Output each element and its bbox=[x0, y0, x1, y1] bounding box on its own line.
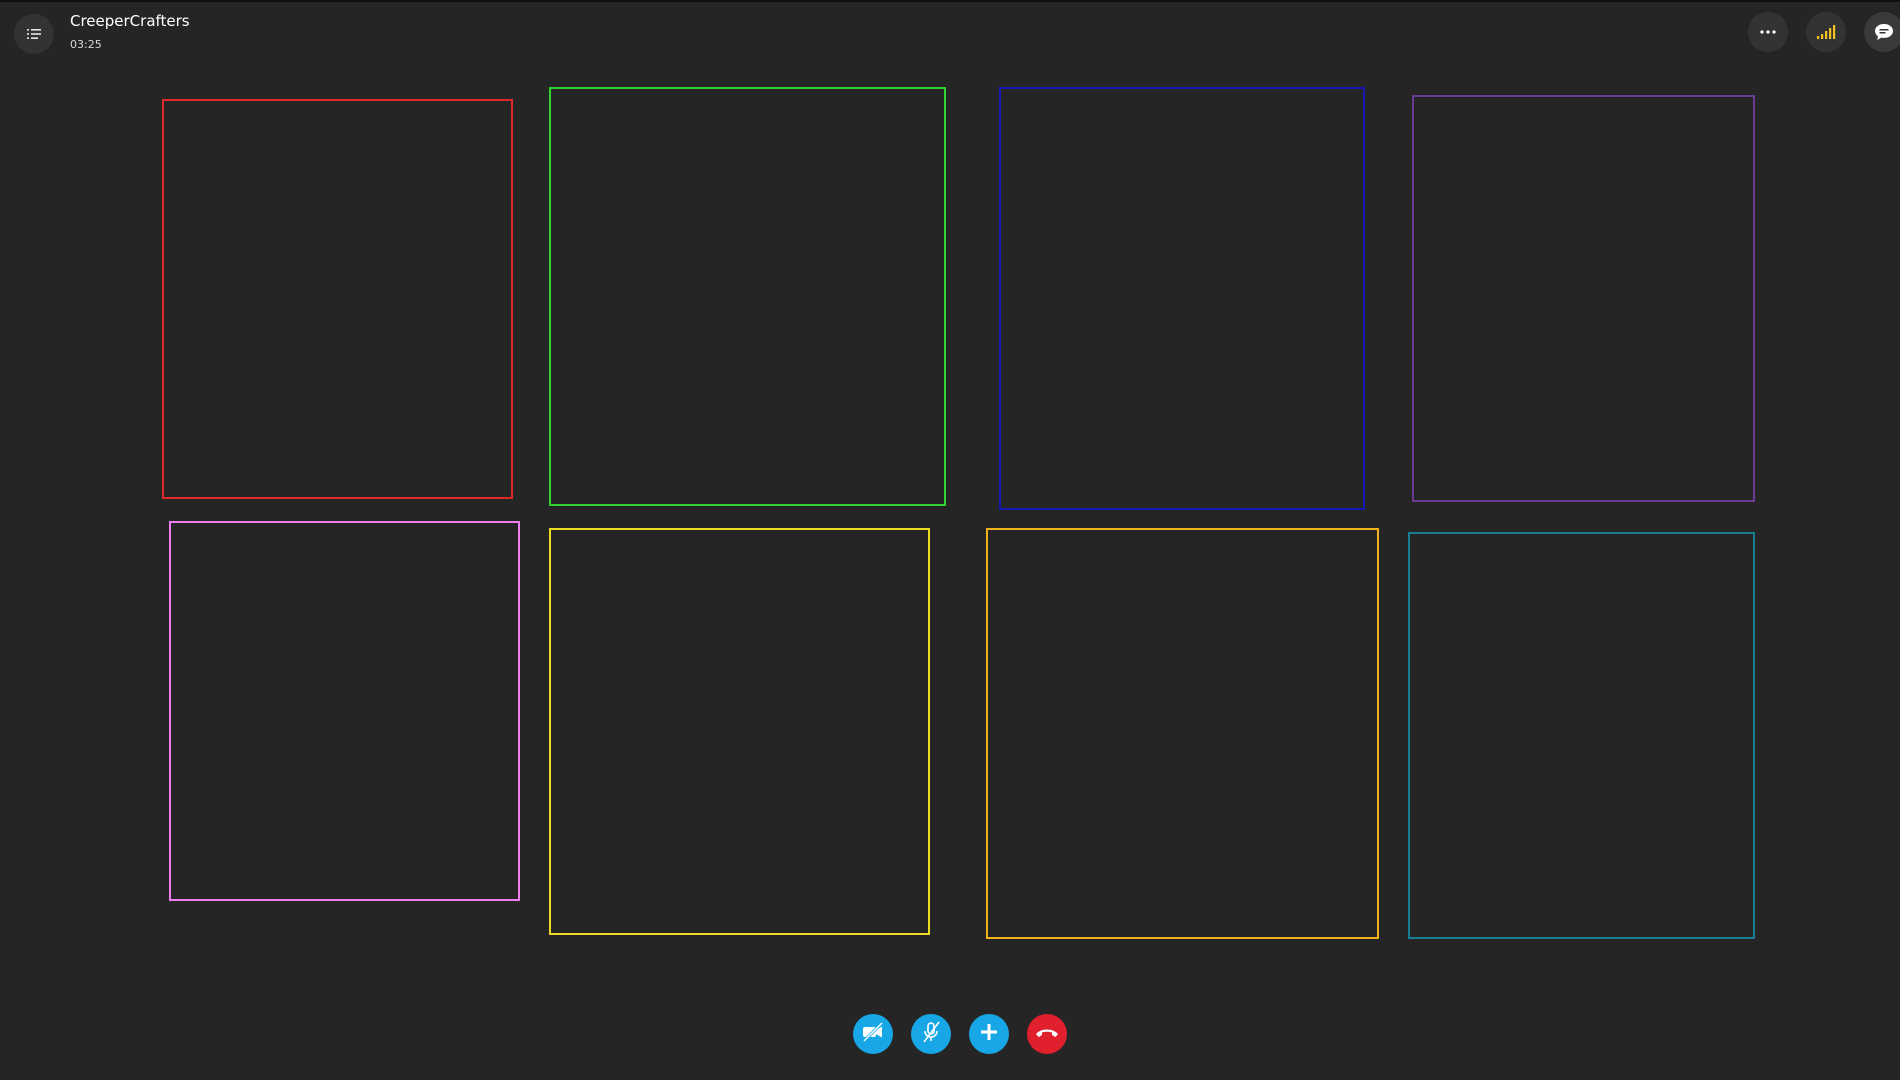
plus-icon bbox=[979, 1022, 999, 1046]
more-options-button[interactable] bbox=[1748, 12, 1788, 52]
chat-button[interactable] bbox=[1864, 12, 1900, 52]
chat-bubble-icon bbox=[1873, 22, 1895, 42]
mic-off-icon bbox=[920, 1020, 942, 1048]
participant-tile[interactable] bbox=[999, 87, 1365, 510]
participant-tile[interactable] bbox=[1408, 532, 1755, 939]
participant-tile[interactable] bbox=[169, 521, 520, 901]
video-toggle-button[interactable] bbox=[853, 1014, 893, 1054]
add-participant-button[interactable] bbox=[969, 1014, 1009, 1054]
participant-tile[interactable] bbox=[162, 99, 513, 499]
call-title: CreeperCrafters bbox=[70, 12, 190, 30]
more-options-icon bbox=[1760, 30, 1776, 34]
call-timer: 03:25 bbox=[70, 38, 102, 51]
participant-tile[interactable] bbox=[549, 528, 930, 935]
call-window: CreeperCrafters 03:25 bbox=[0, 0, 1900, 1080]
participant-tile[interactable] bbox=[986, 528, 1379, 939]
participant-tile[interactable] bbox=[549, 87, 946, 506]
list-menu-icon bbox=[26, 27, 42, 41]
hang-up-icon bbox=[1034, 1025, 1060, 1044]
call-menu-button[interactable] bbox=[14, 14, 54, 54]
call-quality-button[interactable] bbox=[1806, 12, 1846, 52]
mic-toggle-button[interactable] bbox=[911, 1014, 951, 1054]
call-quality-signal-icon bbox=[1816, 24, 1836, 40]
hang-up-button[interactable] bbox=[1027, 1014, 1067, 1054]
video-off-icon bbox=[861, 1021, 885, 1047]
window-top-border bbox=[0, 0, 1900, 2]
participant-tile[interactable] bbox=[1412, 95, 1755, 502]
